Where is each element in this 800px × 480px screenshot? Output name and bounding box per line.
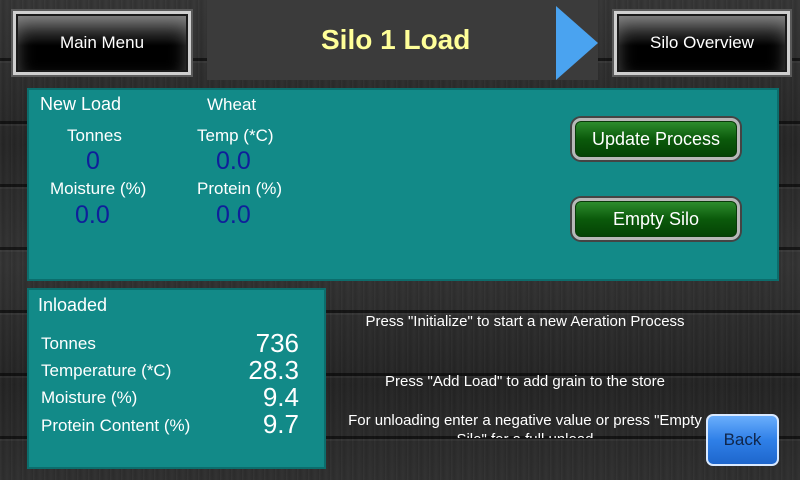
grain-type-label: Wheat	[207, 95, 257, 114]
back-button[interactable]: Back	[706, 414, 779, 466]
inloaded-heading: Inloaded	[38, 295, 108, 315]
new-load-panel: New Load Wheat Tonnes 0 Temp (*C) 0.0 Mo…	[27, 88, 779, 281]
inloaded-temperature-label: Temperature (*C)	[41, 361, 172, 380]
update-process-button[interactable]: Update Process	[572, 118, 740, 160]
silo-overview-button[interactable]: Silo Overview	[612, 9, 792, 77]
inloaded-tonnes-label: Tonnes	[41, 334, 96, 353]
inloaded-moisture-label: Moisture (%)	[41, 388, 138, 407]
tonnes-label: Tonnes	[67, 126, 122, 145]
main-menu-button[interactable]: Main Menu	[11, 9, 193, 77]
empty-silo-button[interactable]: Empty Silo	[572, 198, 740, 240]
instruction-unloading: For unloading enter a negative value or …	[348, 412, 702, 438]
moisture-label: Moisture (%)	[50, 179, 147, 198]
temp-input[interactable]: 0.0	[216, 147, 251, 176]
moisture-input[interactable]: 0.0	[75, 201, 110, 230]
tonnes-input[interactable]: 0	[86, 147, 100, 176]
instruction-add-load: Press "Add Load" to add grain to the sto…	[385, 373, 665, 390]
inloaded-protein-label: Protein Content (%)	[41, 416, 191, 435]
new-load-heading: New Load	[40, 94, 122, 114]
temp-label: Temp (*C)	[197, 126, 274, 145]
play-arrow-icon[interactable]	[556, 6, 598, 80]
instruction-initialize: Press "Initialize" to start a new Aerati…	[365, 313, 685, 330]
protein-label: Protein (%)	[197, 179, 283, 198]
page-title: Silo 1 Load	[321, 24, 471, 55]
title-bar: Silo 1 Load	[207, 0, 598, 80]
protein-input[interactable]: 0.0	[216, 201, 251, 230]
inloaded-protein-value: 9.7	[262, 409, 299, 439]
inloaded-panel: Inloaded Tonnes 736 Temperature (*C) 28.…	[27, 288, 326, 469]
